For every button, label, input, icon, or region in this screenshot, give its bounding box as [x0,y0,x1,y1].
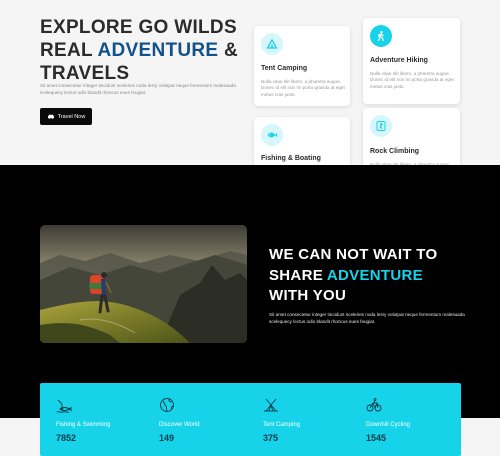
stat-label: Downhill Cycling [366,422,411,428]
stat-discover-world: Discover World 149 [159,383,259,456]
stat-value: 1545 [366,433,387,443]
stat-value: 7852 [56,433,77,443]
tent-icon [264,398,278,412]
card-title: Fishing & Boating [261,155,321,162]
stat-downhill-cycling: Downhill Cycling 1545 [366,383,466,456]
stat-label: Tent Camping [263,422,301,428]
card-title: Tent Camping [261,65,308,72]
stat-label: Fishing & Swimming [56,422,111,428]
tent-icon [261,33,283,55]
hiker-icon [370,25,392,47]
card-text: Nulla vitae elit libero, a pharetra augu… [261,79,345,97]
fish-icon [261,124,283,146]
card-title: Adventure Hiking [370,57,428,64]
stat-fishing-swimming: Fishing & Swimming 7852 [56,383,156,456]
fishing-icon [56,399,72,413]
share-title: WE CAN NOT WAIT TO SHARE ADVENTURE WITH … [269,246,438,304]
hero-title-accent: ADVENTURE [97,40,219,61]
stats-bar: Fishing & Swimming 7852 Discover World 1… [40,383,461,456]
globe-icon [160,398,174,412]
car-icon [47,114,54,119]
travel-now-label: Travel Now [57,113,86,120]
hiker-mountain-photo [40,225,247,343]
stat-label: Discover World [159,422,200,428]
share-title-accent: ADVENTURE [326,266,423,284]
card-title: Rock Climbing [370,148,420,155]
card-text: Nulla vitae elit libero, a pharetra augu… [370,71,454,89]
stat-value: 149 [159,433,175,443]
card-tent-camping[interactable]: Tent Camping Nulla vitae elit libero, a … [254,26,350,106]
stat-value: 375 [263,433,279,443]
share-description: Sit amet consectetur integer tincidunt s… [269,312,465,324]
card-adventure-hiking[interactable]: Adventure Hiking Nulla vitae elit libero… [363,18,460,104]
climbing-icon [370,115,392,137]
stat-tent-camping: Tent Camping 375 [263,383,363,456]
hero-title: EXPLORE GO WILDS REAL ADVENTURE & TRAVEL… [40,17,238,84]
bicycle-icon [366,398,382,412]
hero-description: Sit amet consectetur integer tincidunt s… [40,83,236,95]
travel-now-button[interactable]: Travel Now [40,108,92,125]
